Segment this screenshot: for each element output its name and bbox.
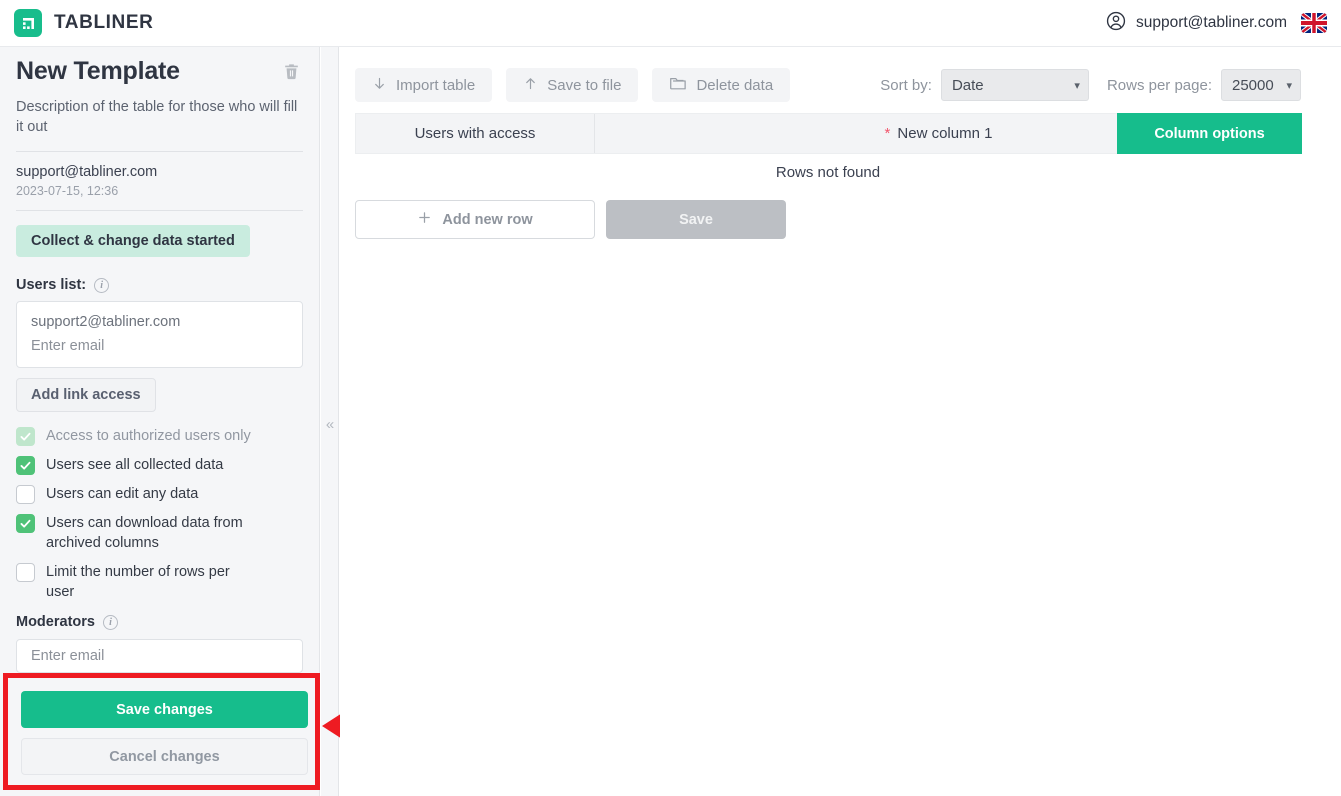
owner-date: 2023-07-15, 12:36	[16, 184, 119, 199]
checkbox-label: Users can edit any data	[46, 486, 199, 503]
rows-per-page-value: 25000	[1232, 76, 1274, 94]
info-icon[interactable]: i	[94, 277, 110, 293]
rows-per-page-label: Rows per page:	[1106, 76, 1212, 94]
checkbox-row-limit-rows[interactable]: Limit the number of rows per user	[16, 562, 303, 602]
sort-by-value: Date	[951, 76, 984, 94]
owner-block: support@tabliner.com 2023-07-15, 12:36	[16, 152, 303, 198]
import-table-button[interactable]: Import table	[355, 68, 493, 102]
account-menu[interactable]: support@tabliner.com	[1105, 10, 1287, 37]
checkbox-label: Users can download data from archived co…	[46, 515, 243, 552]
save-button[interactable]: Save	[606, 200, 786, 239]
checkbox-authorized-only[interactable]	[16, 427, 35, 447]
top-bar-right: support@tabliner.com	[1105, 10, 1327, 37]
checkbox-row-authorized-only[interactable]: Access to authorized users only	[16, 426, 303, 447]
checkbox-label: Users see all collected data	[46, 457, 224, 474]
save-to-file-button[interactable]: Save to file	[506, 68, 639, 102]
arrow-down-icon	[372, 76, 387, 95]
plus-icon	[417, 210, 432, 229]
checkbox-label: Access to authorized users only	[46, 428, 251, 445]
permissions-checkbox-list: Access to authorized users only Users se…	[16, 426, 303, 602]
users-list-input[interactable]: support2@tabliner.com Enter email	[16, 301, 303, 369]
column-header-label: New column 1	[897, 125, 993, 142]
trash-icon[interactable]	[279, 60, 303, 84]
add-new-row-button[interactable]: Add new row	[355, 200, 595, 239]
highlight-box: Save changes Cancel changes	[3, 673, 320, 790]
main-panel: Import table Save to file Delete data So…	[340, 47, 1341, 796]
brand-name: TABLINER	[54, 12, 154, 33]
top-bar: TABLINER support@tabliner.com	[0, 0, 1341, 47]
save-to-file-label: Save to file	[547, 76, 622, 94]
account-email: support@tabliner.com	[1135, 14, 1287, 31]
import-table-label: Import table	[396, 76, 476, 94]
add-new-row-label: Add new row	[442, 211, 533, 228]
brand[interactable]: TABLINER	[14, 9, 153, 37]
page-title: New Template	[16, 57, 180, 85]
moderators-label: Moderators	[16, 614, 95, 631]
empty-state-message: Rows not found	[775, 164, 881, 181]
checkbox-row-see-all-data[interactable]: Users see all collected data	[16, 455, 303, 476]
user-circle-icon	[1105, 10, 1127, 37]
checkbox-edit-any-data[interactable]	[16, 485, 35, 505]
sort-by-label: Sort by:	[880, 76, 932, 94]
checkbox-label: Limit the number of rows per user	[46, 564, 230, 601]
delete-data-button[interactable]: Delete data	[652, 68, 791, 102]
moderators-label-row: Moderators i	[16, 614, 303, 630]
rows-per-page-select[interactable]: 25000 ▾	[1221, 69, 1301, 101]
chevron-down-icon: ▾	[1286, 79, 1292, 92]
cancel-changes-button[interactable]: Cancel changes	[21, 738, 308, 775]
sidebar-header: New Template	[16, 47, 303, 86]
status-badge[interactable]: Collect & change data started	[16, 225, 250, 258]
column-header-users-with-access[interactable]: Users with access	[356, 114, 595, 153]
row-actions: Add new row Save	[355, 200, 786, 239]
checkbox-limit-rows[interactable]	[16, 563, 35, 583]
add-link-access-button[interactable]: Add link access	[16, 378, 156, 413]
moderators-email-field[interactable]: Enter email	[16, 639, 303, 674]
uk-flag-icon[interactable]	[1301, 13, 1327, 33]
toolbar-right: Sort by: Date ▾ Rows per page: 25000 ▾	[880, 69, 1301, 101]
column-options-button[interactable]: Column options	[1117, 113, 1302, 154]
required-marker: *	[884, 125, 891, 142]
folder-icon	[669, 75, 687, 95]
save-changes-button[interactable]: Save changes	[21, 691, 308, 728]
double-chevron-left-icon[interactable]: «	[322, 410, 338, 438]
checkbox-row-download-archived[interactable]: Users can download data from archived co…	[16, 513, 303, 553]
checkbox-see-all-data[interactable]	[16, 456, 35, 476]
info-icon[interactable]: i	[102, 614, 118, 630]
chevron-down-icon: ▾	[1074, 79, 1080, 92]
users-list-label-row: Users list: i	[16, 277, 303, 293]
table-toolbar: Import table Save to file Delete data So…	[355, 68, 1301, 102]
delete-data-label: Delete data	[696, 76, 774, 94]
table-logo-icon	[14, 9, 42, 37]
arrow-up-icon	[523, 76, 538, 95]
list-item[interactable]: support2@tabliner.com	[17, 310, 302, 334]
checkbox-row-edit-any-data[interactable]: Users can edit any data	[16, 484, 303, 505]
sort-by-select[interactable]: Date ▾	[940, 69, 1089, 101]
owner-email: support@tabliner.com	[16, 164, 158, 181]
divider-2	[16, 210, 303, 212]
users-list-email-field[interactable]: Enter email	[17, 334, 302, 358]
template-description: Description of the table for those who w…	[16, 99, 298, 135]
checkbox-download-archived[interactable]	[16, 514, 35, 534]
users-list-label: Users list:	[16, 277, 87, 294]
